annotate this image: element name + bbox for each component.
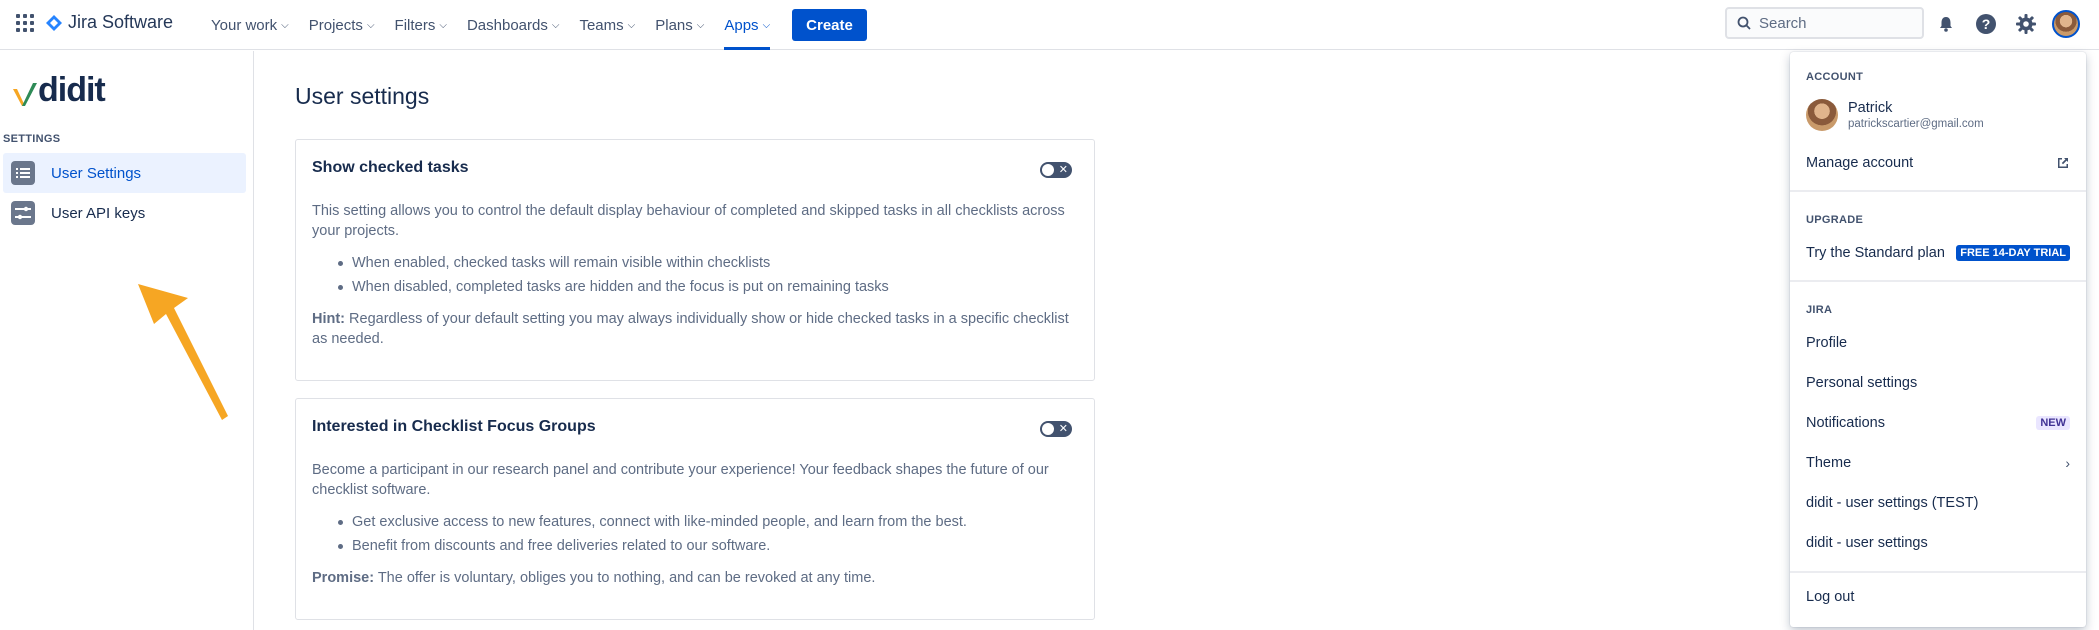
external-link-icon — [2058, 158, 2068, 168]
nav-teams[interactable]: Teams ⌵ — [579, 0, 635, 50]
notifications-link[interactable]: Notifications NEW — [1806, 415, 2070, 431]
divider — [1790, 280, 2086, 282]
chevron-down-icon: ⌵ — [281, 19, 289, 31]
upgrade-section-header: UPGRADE — [1806, 214, 1864, 226]
app-switcher-icon[interactable] — [16, 14, 34, 32]
avatar — [1806, 99, 1838, 131]
didit-check-icon — [13, 83, 37, 106]
account-section-header: ACCOUNT — [1806, 71, 1864, 83]
chevron-down-icon: ⌵ — [627, 19, 636, 31]
product-name: Jira Software — [68, 12, 174, 32]
card-body: This setting allows you to control the d… — [312, 201, 1078, 349]
settings-gear-icon[interactable] — [2012, 10, 2040, 38]
chevron-down-icon: ⌵ — [366, 19, 375, 31]
brand-name: didit — [38, 71, 106, 109]
list-item: Benefit from discounts and free deliveri… — [312, 536, 1078, 556]
trial-badge: FREE 14-DAY TRIAL — [1956, 245, 2070, 261]
toggle-knob — [1042, 164, 1054, 176]
list-item: When enabled, checked tasks will remain … — [312, 253, 1078, 273]
page-title: User settings — [295, 83, 430, 109]
didit-user-settings-test-link[interactable]: didit - user settings (TEST) — [1806, 495, 2070, 511]
divider — [1790, 571, 2086, 573]
search-placeholder: Search — [1759, 14, 1807, 32]
help-icon[interactable]: ? — [1972, 10, 2000, 38]
nav-plans[interactable]: Plans ⌵ — [655, 0, 704, 50]
profile-dropdown-menu: ACCOUNT Patrick patrickscartier@gmail.co… — [1790, 52, 2086, 627]
account-info: Patrick patrickscartier@gmail.com — [1806, 99, 1984, 131]
note-text: Regardless of your default setting you m… — [312, 311, 1069, 347]
chevron-down-icon: ⌵ — [762, 19, 771, 31]
sidebar-item-user-api-keys[interactable]: User API keys — [3, 193, 246, 233]
sliders-icon — [11, 201, 35, 225]
log-out-button[interactable]: Log out — [1806, 589, 2070, 605]
sidebar: didit SETTINGS User Settings User API ke… — [0, 51, 254, 630]
card-intro: Become a participant in our research pan… — [312, 462, 1049, 498]
card-body: Become a participant in our research pan… — [312, 460, 1078, 588]
toggle-knob — [1042, 423, 1054, 435]
nav-filters[interactable]: Filters ⌵ — [395, 0, 447, 50]
try-standard-plan-link[interactable]: Try the Standard plan FREE 14-DAY TRIAL — [1806, 245, 2070, 261]
notifications-bell-icon[interactable] — [1932, 10, 1960, 38]
list-item: When disabled, completed tasks are hidde… — [312, 277, 1078, 297]
list-item: Get exclusive access to new features, co… — [312, 512, 1078, 532]
card-title: Interested in Checklist Focus Groups — [312, 418, 596, 435]
chevron-down-icon: ⌵ — [439, 19, 447, 31]
profile-avatar-button[interactable] — [2052, 10, 2080, 38]
card-bullets: Get exclusive access to new features, co… — [312, 512, 1078, 556]
profile-link[interactable]: Profile — [1806, 335, 2070, 351]
settings-section-header: SETTINGS — [3, 133, 61, 145]
chevron-down-icon: ⌵ — [696, 19, 705, 31]
annotation-arrow-icon — [138, 284, 228, 420]
sidebar-item-label: User API keys — [51, 204, 146, 222]
nav-projects[interactable]: Projects ⌵ — [309, 0, 375, 50]
top-icons: ? — [1932, 10, 2080, 38]
sidebar-item-user-settings[interactable]: User Settings — [3, 153, 246, 193]
nav-dashboards[interactable]: Dashboards ⌵ — [467, 0, 559, 50]
top-navigation: Jira Software Your work ⌵ Projects ⌵ Filte… — [0, 0, 2099, 50]
search-icon — [1737, 16, 1751, 30]
divider — [1790, 190, 2086, 192]
jira-diamond-icon — [46, 14, 62, 31]
sidebar-item-label: User Settings — [51, 164, 142, 182]
search-input[interactable]: Search — [1725, 7, 1924, 39]
card-intro: This setting allows you to control the d… — [312, 203, 1065, 239]
create-button[interactable]: Create — [792, 9, 867, 41]
card-note: Hint: Regardless of your default setting… — [312, 309, 1078, 349]
note-text: The offer is voluntary, obliges you to n… — [374, 570, 876, 586]
setting-card-focus-groups: Interested in Checklist Focus Groups ✕ B… — [295, 398, 1095, 620]
note-label: Promise: — [312, 570, 375, 586]
card-bullets: When enabled, checked tasks will remain … — [312, 253, 1078, 297]
personal-settings-link[interactable]: Personal settings — [1806, 375, 2070, 391]
jira-logo[interactable]: Jira Software — [46, 12, 173, 33]
account-email: patrickscartier@gmail.com — [1848, 118, 1984, 130]
toggle-off-icon: ✕ — [1058, 423, 1068, 435]
chevron-right-icon: › — [2065, 455, 2070, 471]
chevron-down-icon: ⌵ — [551, 19, 560, 31]
theme-submenu[interactable]: Theme › — [1806, 455, 2070, 471]
card-title: Show checked tasks — [312, 159, 469, 176]
account-name: Patrick — [1848, 100, 1893, 116]
didit-user-settings-link[interactable]: didit - user settings — [1806, 535, 2070, 551]
toggle-off-icon: ✕ — [1058, 164, 1068, 176]
card-note: Promise: The offer is voluntary, obliges… — [312, 568, 1078, 588]
show-checked-tasks-toggle[interactable]: ✕ — [1040, 162, 1072, 178]
setting-card-show-checked-tasks: Show checked tasks ✕ This setting allows… — [295, 139, 1095, 381]
jira-section-header: JIRA — [1806, 304, 1833, 316]
nav-your-work[interactable]: Your work ⌵ — [211, 0, 289, 50]
note-label: Hint: — [312, 311, 346, 327]
svg-text:?: ? — [1982, 16, 1991, 32]
nav-apps[interactable]: Apps ⌵ — [724, 0, 770, 50]
focus-groups-toggle[interactable]: ✕ — [1040, 421, 1072, 437]
manage-account-link[interactable]: Manage account — [1806, 155, 2070, 171]
nav-items: Your work ⌵ Projects ⌵ Filters ⌵ Dashboards… — [211, 0, 867, 50]
new-badge: NEW — [2036, 416, 2070, 430]
list-icon — [11, 161, 35, 185]
didit-logo: didit — [12, 71, 106, 109]
